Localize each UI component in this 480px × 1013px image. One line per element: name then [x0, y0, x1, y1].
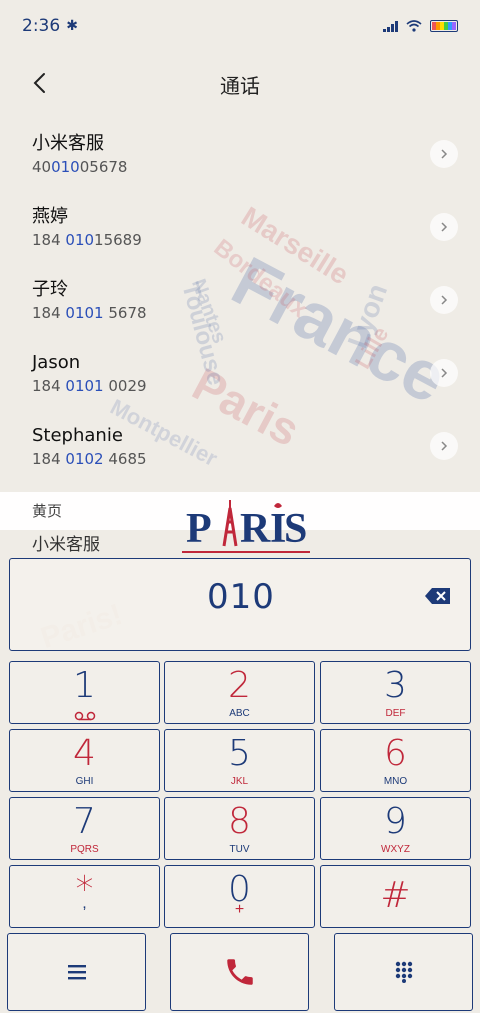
dialer-action-bar [0, 933, 480, 1013]
contact-name: 子玲 [32, 279, 68, 300]
dialpad-icon [395, 961, 412, 983]
wifi-icon [406, 20, 422, 32]
bluetooth-icon: ✱ [66, 18, 78, 34]
contact-name: Jason [32, 352, 81, 373]
contact-number: 4001005678 [32, 158, 128, 176]
call-button[interactable] [170, 933, 309, 1011]
dialpad-toggle-button[interactable] [334, 933, 473, 1011]
key-8[interactable]: 8 TUV [164, 797, 315, 860]
contact-row[interactable]: Stephanie 184 0102 4685 [0, 414, 480, 487]
contact-row[interactable]: 子玲 184 0101 5678 [0, 268, 480, 341]
key-4[interactable]: 4 GHI [9, 729, 160, 792]
contact-name: 小米客服 [32, 133, 104, 154]
signal-icon [383, 20, 398, 32]
dial-number-input[interactable]: 010 [10, 577, 472, 617]
page-title: 通话 [220, 74, 260, 98]
key-1[interactable]: 1 [9, 661, 160, 724]
contact-row[interactable]: 燕婷 184 01015689 [0, 195, 480, 268]
key-hash[interactable]: # [320, 865, 471, 928]
dial-number-display: 010 [9, 558, 471, 651]
key-5[interactable]: 5 JKL [164, 729, 315, 792]
status-time: 2:36 [22, 16, 61, 36]
chevron-right-icon[interactable] [430, 286, 458, 314]
menu-icon [67, 965, 86, 980]
svg-text:S: S [284, 506, 307, 552]
key-6[interactable]: 6 MNO [320, 729, 471, 792]
voicemail-icon [74, 711, 95, 721]
contact-number: 184 01015689 [32, 231, 142, 249]
svg-text:P: P [186, 506, 212, 552]
key-2[interactable]: 2 ABC [164, 661, 315, 724]
contact-name: 燕婷 [32, 206, 68, 227]
chevron-right-icon[interactable] [430, 213, 458, 241]
battery-icon [430, 20, 458, 32]
key-0[interactable]: 0 + [164, 865, 315, 928]
menu-button[interactable] [7, 933, 146, 1011]
chevron-right-icon[interactable] [430, 140, 458, 168]
phone-icon [226, 959, 253, 985]
contact-number: 184 0101 0029 [32, 377, 147, 395]
chevron-right-icon[interactable] [430, 359, 458, 387]
chevron-right-icon[interactable] [430, 432, 458, 460]
svg-text:R: R [240, 506, 271, 552]
key-9[interactable]: 9 WXYZ [320, 797, 471, 860]
key-star[interactable]: * , [9, 865, 160, 928]
contact-row[interactable]: Jason 184 0101 0029 [0, 341, 480, 414]
backspace-button[interactable] [424, 586, 452, 606]
contact-row[interactable]: 小米客服 4001005678 [0, 122, 480, 195]
page-header: 通话 [0, 58, 480, 110]
status-bar: 2:36 ✱ [0, 0, 480, 52]
contact-name: Stephanie [32, 425, 123, 446]
key-7[interactable]: 7 PQRS [9, 797, 160, 860]
key-3[interactable]: 3 DEF [320, 661, 471, 724]
contact-number: 184 0101 5678 [32, 304, 147, 322]
backspace-icon [425, 588, 450, 604]
contact-number: 184 0102 4685 [32, 450, 147, 468]
paris-logo: P R I S [180, 496, 312, 558]
